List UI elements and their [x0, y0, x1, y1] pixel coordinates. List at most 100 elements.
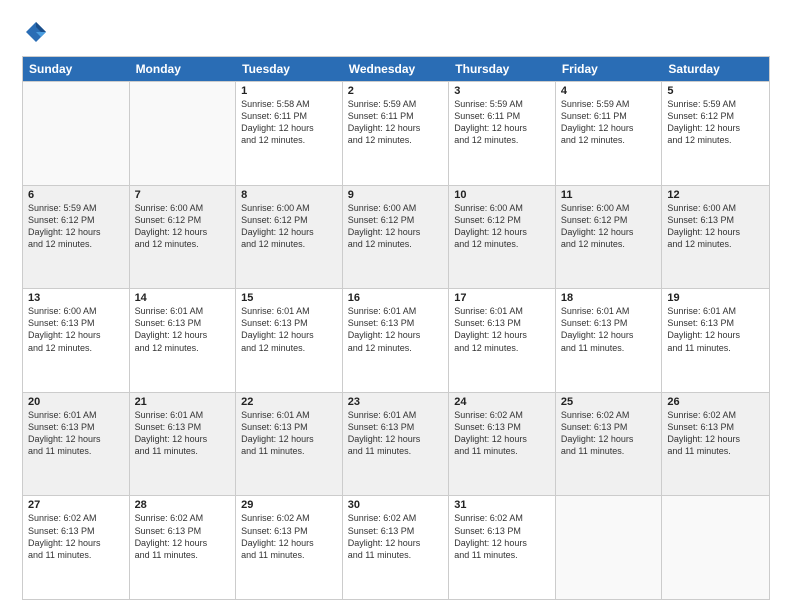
day-info: Sunrise: 5:58 AM Sunset: 6:11 PM Dayligh…	[241, 98, 337, 147]
day-number: 14	[135, 292, 231, 304]
day-cell-7: 7Sunrise: 6:00 AM Sunset: 6:12 PM Daylig…	[130, 186, 237, 289]
page: SundayMondayTuesdayWednesdayThursdayFrid…	[0, 0, 792, 612]
day-cell-15: 15Sunrise: 6:01 AM Sunset: 6:13 PM Dayli…	[236, 289, 343, 392]
day-number: 31	[454, 499, 550, 511]
day-number: 26	[667, 396, 764, 408]
calendar-row-1: 1Sunrise: 5:58 AM Sunset: 6:11 PM Daylig…	[23, 81, 769, 185]
day-cell-14: 14Sunrise: 6:01 AM Sunset: 6:13 PM Dayli…	[130, 289, 237, 392]
day-number: 13	[28, 292, 124, 304]
day-cell-9: 9Sunrise: 6:00 AM Sunset: 6:12 PM Daylig…	[343, 186, 450, 289]
day-info: Sunrise: 6:00 AM Sunset: 6:12 PM Dayligh…	[135, 202, 231, 251]
day-info: Sunrise: 6:02 AM Sunset: 6:13 PM Dayligh…	[348, 512, 444, 561]
day-info: Sunrise: 6:01 AM Sunset: 6:13 PM Dayligh…	[561, 305, 657, 354]
day-number: 7	[135, 189, 231, 201]
calendar-row-3: 13Sunrise: 6:00 AM Sunset: 6:13 PM Dayli…	[23, 288, 769, 392]
calendar-header: SundayMondayTuesdayWednesdayThursdayFrid…	[23, 57, 769, 81]
day-number: 17	[454, 292, 550, 304]
day-info: Sunrise: 5:59 AM Sunset: 6:11 PM Dayligh…	[454, 98, 550, 147]
day-number: 28	[135, 499, 231, 511]
day-number: 3	[454, 85, 550, 97]
day-cell-20: 20Sunrise: 6:01 AM Sunset: 6:13 PM Dayli…	[23, 393, 130, 496]
day-cell-1: 1Sunrise: 5:58 AM Sunset: 6:11 PM Daylig…	[236, 82, 343, 185]
day-cell-26: 26Sunrise: 6:02 AM Sunset: 6:13 PM Dayli…	[662, 393, 769, 496]
day-number: 1	[241, 85, 337, 97]
day-info: Sunrise: 6:01 AM Sunset: 6:13 PM Dayligh…	[348, 409, 444, 458]
day-cell-11: 11Sunrise: 6:00 AM Sunset: 6:12 PM Dayli…	[556, 186, 663, 289]
day-info: Sunrise: 6:00 AM Sunset: 6:12 PM Dayligh…	[454, 202, 550, 251]
calendar: SundayMondayTuesdayWednesdayThursdayFrid…	[22, 56, 770, 600]
day-number: 29	[241, 499, 337, 511]
day-number: 30	[348, 499, 444, 511]
day-cell-21: 21Sunrise: 6:01 AM Sunset: 6:13 PM Dayli…	[130, 393, 237, 496]
day-cell-28: 28Sunrise: 6:02 AM Sunset: 6:13 PM Dayli…	[130, 496, 237, 599]
day-cell-4: 4Sunrise: 5:59 AM Sunset: 6:11 PM Daylig…	[556, 82, 663, 185]
day-info: Sunrise: 6:02 AM Sunset: 6:13 PM Dayligh…	[135, 512, 231, 561]
day-number: 16	[348, 292, 444, 304]
day-cell-31: 31Sunrise: 6:02 AM Sunset: 6:13 PM Dayli…	[449, 496, 556, 599]
day-info: Sunrise: 5:59 AM Sunset: 6:12 PM Dayligh…	[667, 98, 764, 147]
day-number: 23	[348, 396, 444, 408]
day-cell-3: 3Sunrise: 5:59 AM Sunset: 6:11 PM Daylig…	[449, 82, 556, 185]
logo	[22, 18, 54, 46]
weekday-header-wednesday: Wednesday	[343, 57, 450, 81]
day-info: Sunrise: 6:01 AM Sunset: 6:13 PM Dayligh…	[241, 305, 337, 354]
weekday-header-tuesday: Tuesday	[236, 57, 343, 81]
day-number: 18	[561, 292, 657, 304]
day-cell-12: 12Sunrise: 6:00 AM Sunset: 6:13 PM Dayli…	[662, 186, 769, 289]
calendar-row-4: 20 Sunrise: 6:01 AM Sunset: 6:13 PM Dayli…	[23, 392, 769, 496]
empty-cell	[23, 82, 130, 185]
weekday-header-monday: Monday	[130, 57, 237, 81]
empty-cell	[130, 82, 237, 185]
day-info: Sunrise: 5:59 AM Sunset: 6:11 PM Dayligh…	[348, 98, 444, 147]
day-cell-8: 8Sunrise: 6:00 AM Sunset: 6:12 PM Daylig…	[236, 186, 343, 289]
day-info: Sunrise: 5:59 AM Sunset: 6:12 PM Dayligh…	[28, 202, 124, 251]
day-number: 11	[561, 189, 657, 201]
day-info: Sunrise: 6:01 AM Sunset: 6:13 PM Dayligh…	[348, 305, 444, 354]
empty-cell	[556, 496, 663, 599]
weekday-header-saturday: Saturday	[662, 57, 769, 81]
day-cell-17: 17Sunrise: 6:01 AM Sunset: 6:13 PM Dayli…	[449, 289, 556, 392]
day-cell-5: 5Sunrise: 5:59 AM Sunset: 6:12 PM Daylig…	[662, 82, 769, 185]
weekday-header-friday: Friday	[556, 57, 663, 81]
day-cell-2: 2Sunrise: 5:59 AM Sunset: 6:11 PM Daylig…	[343, 82, 450, 185]
logo-icon	[22, 18, 50, 46]
day-info: Sunrise: 6:02 AM Sunset: 6:13 PM Dayligh…	[28, 512, 124, 561]
day-cell-10: 10Sunrise: 6:00 AM Sunset: 6:12 PM Dayli…	[449, 186, 556, 289]
day-cell-29: 29Sunrise: 6:02 AM Sunset: 6:13 PM Dayli…	[236, 496, 343, 599]
day-number: 5	[667, 85, 764, 97]
day-info: Sunrise: 5:59 AM Sunset: 6:11 PM Dayligh…	[561, 98, 657, 147]
header	[22, 18, 770, 46]
day-info: Sunrise: 6:01 AM Sunset: 6:13 PM Dayligh…	[135, 409, 231, 458]
weekday-header-sunday: Sunday	[23, 57, 130, 81]
day-info: Sunrise: 6:02 AM Sunset: 6:13 PM Dayligh…	[454, 409, 550, 458]
day-number: 8	[241, 189, 337, 201]
day-info: Sunrise: 6:01 AM Sunset: 6:13 PM Dayligh…	[135, 305, 231, 354]
day-info: Sunrise: 6:00 AM Sunset: 6:13 PM Dayligh…	[28, 305, 124, 354]
day-info: Sunrise: 6:01 AM Sunset: 6:13 PM Dayligh…	[454, 305, 550, 354]
day-number: 6	[28, 189, 124, 201]
day-cell-30: 30Sunrise: 6:02 AM Sunset: 6:13 PM Dayli…	[343, 496, 450, 599]
day-info: Sunrise: 6:01 AM Sunset: 6:13 PM Dayligh…	[241, 409, 337, 458]
day-number: 20	[28, 396, 124, 408]
day-number: 4	[561, 85, 657, 97]
day-number: 24	[454, 396, 550, 408]
day-cell-23: 23Sunrise: 6:01 AM Sunset: 6:13 PM Dayli…	[343, 393, 450, 496]
day-cell-18: 18Sunrise: 6:01 AM Sunset: 6:13 PM Dayli…	[556, 289, 663, 392]
day-info: Sunrise: 6:02 AM Sunset: 6:13 PM Dayligh…	[454, 512, 550, 561]
day-number: 12	[667, 189, 764, 201]
calendar-row-5: 27Sunrise: 6:02 AM Sunset: 6:13 PM Dayli…	[23, 495, 769, 599]
day-number: 19	[667, 292, 764, 304]
weekday-header-thursday: Thursday	[449, 57, 556, 81]
day-info: Sunrise: 6:00 AM Sunset: 6:12 PM Dayligh…	[561, 202, 657, 251]
day-number: 15	[241, 292, 337, 304]
day-cell-27: 27Sunrise: 6:02 AM Sunset: 6:13 PM Dayli…	[23, 496, 130, 599]
day-info: Sunrise: 6:02 AM Sunset: 6:13 PM Dayligh…	[561, 409, 657, 458]
day-info: Sunrise: 6:00 AM Sunset: 6:12 PM Dayligh…	[241, 202, 337, 251]
day-cell-25: 25Sunrise: 6:02 AM Sunset: 6:13 PM Dayli…	[556, 393, 663, 496]
day-cell-16: 16Sunrise: 6:01 AM Sunset: 6:13 PM Dayli…	[343, 289, 450, 392]
day-number: 27	[28, 499, 124, 511]
day-number: 25	[561, 396, 657, 408]
day-info: Sunrise: 6:00 AM Sunset: 6:12 PM Dayligh…	[348, 202, 444, 251]
day-number: 22	[241, 396, 337, 408]
day-info: Sunrise: 6:01 AM Sunset: 6:13 PM Dayligh…	[667, 305, 764, 354]
